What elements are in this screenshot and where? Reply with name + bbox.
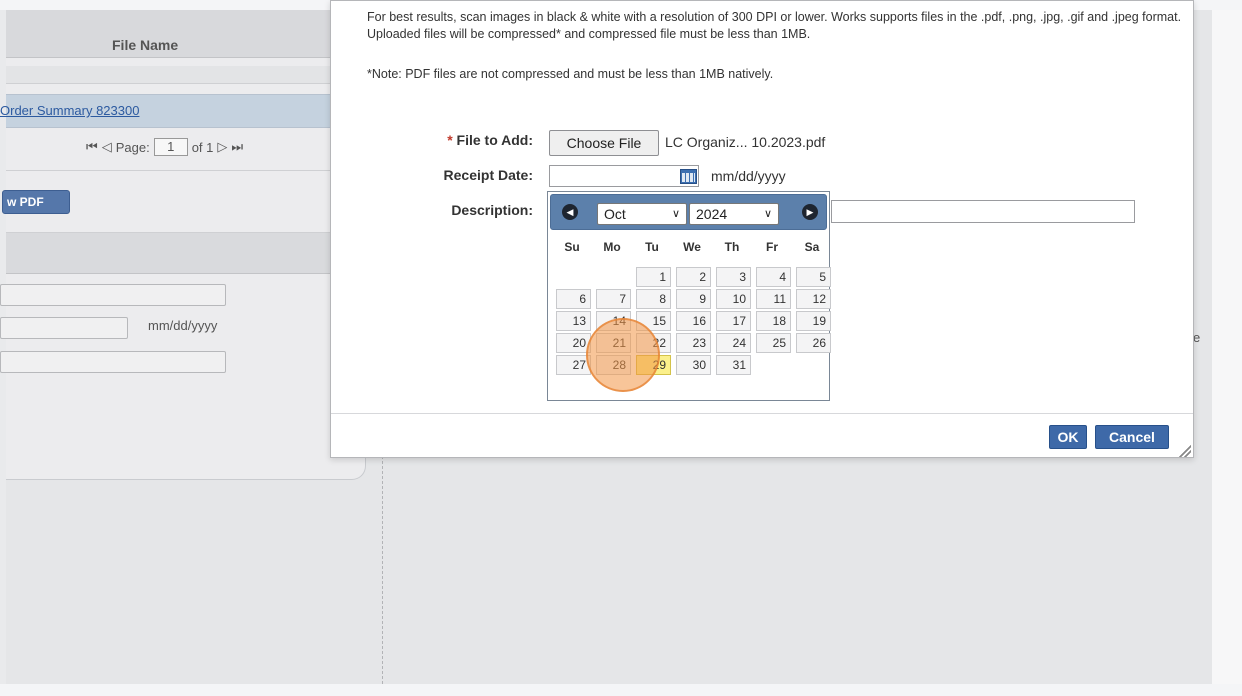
file-to-add-label: * File to Add: [413, 132, 533, 148]
first-page-icon[interactable]: ⏮ [86, 139, 98, 155]
weekday-header: Su [564, 240, 580, 254]
calendar-day[interactable]: 17 [716, 311, 751, 331]
page-total: of 1 [191, 139, 214, 155]
calendar-icon[interactable] [680, 169, 697, 184]
page-number-input[interactable]: 1 [153, 138, 188, 156]
calendar-day[interactable]: 8 [636, 289, 671, 309]
calendar-day[interactable]: 30 [676, 355, 711, 375]
calendar-day[interactable]: 2 [676, 267, 711, 287]
resize-grip-icon[interactable] [1179, 445, 1191, 457]
file-link[interactable]: Order Summary 823300 [0, 103, 139, 118]
weekday-header: Tu [645, 240, 659, 254]
documents-panel: File Name Order Summary 823300 ⏮ ◁ Page:… [0, 10, 366, 480]
required-mark: * [447, 132, 453, 148]
pager: ⏮ ◁ Page: 1 of 1 ▷ ⏭ [86, 138, 243, 156]
calendar-day[interactable]: 25 [756, 333, 791, 353]
calendar-day[interactable]: 5 [796, 267, 831, 287]
calendar-day[interactable]: 10 [716, 289, 751, 309]
chevron-down-icon: ∨ [763, 208, 772, 220]
calendar-day[interactable]: 26 [796, 333, 831, 353]
pdf-note: *Note: PDF files are not compressed and … [367, 67, 774, 81]
calendar-day[interactable]: 6 [556, 289, 591, 309]
divider [6, 170, 366, 171]
receipt-date-hint: mm/dd/yyyy [711, 168, 786, 184]
click-indicator [586, 318, 660, 392]
calendar-day[interactable]: 18 [756, 311, 791, 331]
calendar-day[interactable]: 24 [716, 333, 751, 353]
calendar-day[interactable]: 4 [756, 267, 791, 287]
prev-page-icon[interactable]: ◁ [102, 139, 112, 155]
right-strip [1212, 10, 1242, 696]
chosen-file-name: LC Organiz... 10.2023.pdf [665, 134, 826, 150]
table-row[interactable]: Order Summary 823300 [0, 94, 366, 128]
calendar-day[interactable]: 31 [716, 355, 751, 375]
upload-instructions: For best results, scan images in black &… [367, 10, 1182, 41]
calendar-day[interactable]: 16 [676, 311, 711, 331]
calendar-day[interactable]: 19 [796, 311, 831, 331]
cancel-button[interactable]: Cancel [1095, 425, 1169, 449]
description-input[interactable] [831, 200, 1135, 223]
background-text: e [1193, 330, 1201, 345]
weekday-header: Sa [804, 240, 820, 254]
choose-file-button[interactable]: Choose File [549, 130, 659, 156]
year-select[interactable]: 2024 ∨ [689, 203, 779, 225]
calendar-day[interactable]: 12 [796, 289, 831, 309]
weekday-header: Th [724, 240, 740, 254]
chevron-down-icon: ∨ [671, 208, 680, 220]
footer-divider [331, 413, 1193, 414]
background-input[interactable] [0, 284, 226, 306]
column-header-label: File Name [112, 37, 179, 53]
section-header [6, 232, 366, 274]
weekday-header: Mo [603, 240, 621, 254]
next-month-icon[interactable]: ▶ [802, 204, 818, 220]
calendar-day[interactable]: 7 [596, 289, 631, 309]
calendar-day[interactable]: 3 [716, 267, 751, 287]
year-value: 2024 [696, 206, 728, 222]
page-label: Page: [115, 139, 150, 155]
file-name-column-header: File Name [6, 10, 366, 58]
month-select[interactable]: Oct ∨ [597, 203, 687, 225]
next-page-icon[interactable]: ▷ [217, 139, 227, 155]
calendar-day[interactable]: 13 [556, 311, 591, 331]
weekday-header: Fr [766, 240, 778, 254]
file-label-text: File to Add: [456, 132, 533, 148]
calendar-day[interactable]: 1 [636, 267, 671, 287]
weekday-header: We [683, 240, 701, 254]
upload-dialog: For best results, scan images in black &… [330, 0, 1194, 458]
background-input[interactable] [0, 351, 226, 373]
receipt-date-label: Receipt Date: [443, 167, 533, 183]
view-pdf-button[interactable]: w PDF [2, 190, 70, 214]
table-filter-row [6, 66, 366, 84]
last-page-icon[interactable]: ⏭ [231, 139, 243, 155]
month-value: Oct [604, 206, 626, 222]
bottom-strip [0, 684, 1242, 696]
datepicker-header: ◀ Oct ∨ 2024 ∨ ▶ [550, 194, 827, 230]
calendar-day[interactable]: 9 [676, 289, 711, 309]
background-date-input[interactable] [0, 317, 128, 339]
calendar-day[interactable]: 23 [676, 333, 711, 353]
receipt-date-input[interactable] [549, 165, 699, 187]
ok-button[interactable]: OK [1049, 425, 1087, 449]
prev-month-icon[interactable]: ◀ [562, 204, 578, 220]
background-date-hint: mm/dd/yyyy [148, 318, 218, 333]
calendar-day[interactable]: 11 [756, 289, 791, 309]
dashed-divider [382, 456, 383, 684]
description-label: Description: [451, 202, 533, 218]
